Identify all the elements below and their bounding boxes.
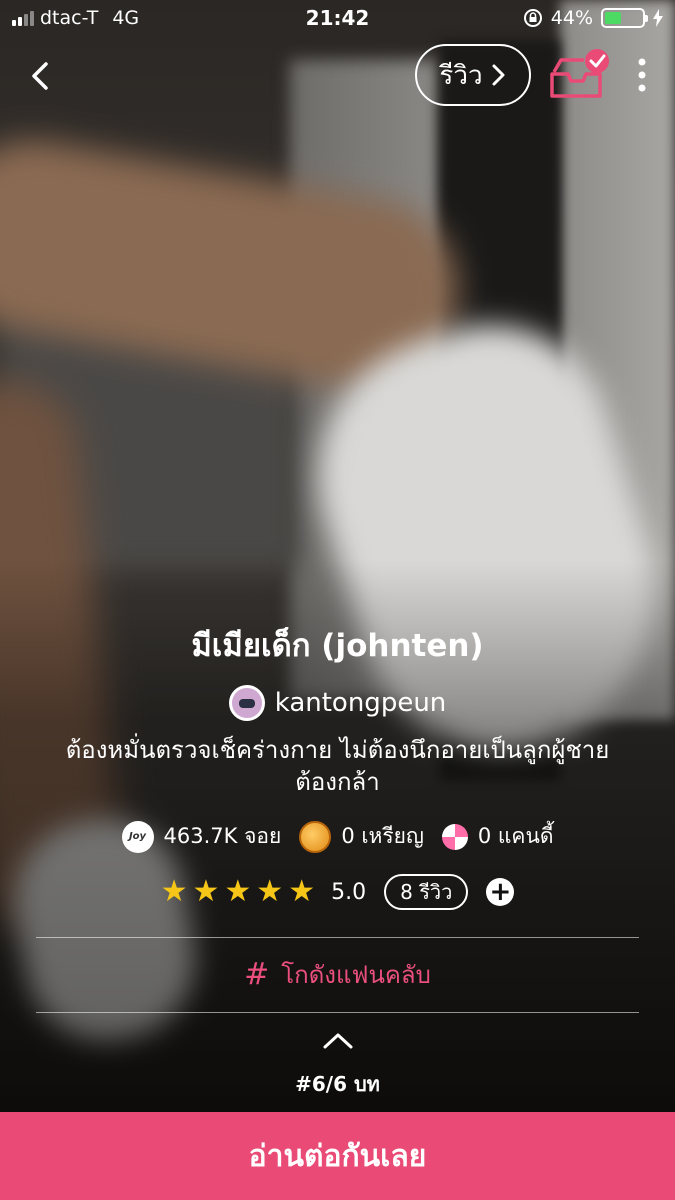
continue-reading-button[interactable]: อ่านต่อกันเลย <box>0 1112 675 1200</box>
chapter-counter: #6/6 บท <box>295 1072 380 1096</box>
star-icon: ★ <box>160 874 188 909</box>
library-added-button[interactable] <box>548 48 612 102</box>
rating-row: ★ ★ ★ ★ ★ 5.0 8 รีวิว + <box>0 874 675 910</box>
author-link[interactable]: kantongpeun <box>0 682 675 724</box>
review-button[interactable]: รีวิว <box>415 44 531 106</box>
chevron-up-icon <box>323 1033 353 1049</box>
coin-stat: 0 เหรียญ <box>299 820 424 853</box>
back-icon <box>32 62 48 90</box>
rotation-lock-icon <box>523 9 542 27</box>
back-button[interactable] <box>22 52 62 98</box>
author-name: kantongpeun <box>274 688 447 718</box>
story-description: ต้องหมั่นตรวจเช็คร่างกาย ไม่ต้องนึกอายเป… <box>0 734 675 798</box>
more-vertical-icon <box>638 58 646 92</box>
charging-icon <box>653 9 663 27</box>
review-button-label: รีวิว <box>439 60 483 91</box>
description-line-2: ต้องกล้า <box>295 768 380 796</box>
star-icon: ★ <box>288 874 316 909</box>
joy-count: 463.7K จอย <box>163 824 282 848</box>
joy-stat: Joy 463.7K จอย <box>121 820 282 853</box>
continue-reading-label: อ่านต่อกันเลย <box>248 1138 427 1174</box>
story-title: มีเมียเด็ก (johnten) <box>191 628 484 664</box>
fanclub-button[interactable]: # โกดังแฟนคลับ <box>0 946 675 1002</box>
divider <box>36 937 639 938</box>
fanclub-label: โกดังแฟนคลับ <box>281 960 431 989</box>
divider <box>36 1012 639 1013</box>
candy-icon <box>441 823 468 850</box>
review-count: 8 รีวิว <box>400 880 453 904</box>
star-icon: ★ <box>192 874 220 909</box>
avatar <box>228 685 265 721</box>
review-count-button[interactable]: 8 รีวิว <box>384 874 469 910</box>
rating-score: 5.0 <box>331 879 367 905</box>
coin-icon <box>299 820 332 853</box>
story-stats: Joy 463.7K จอย 0 เหรียญ 0 แคนดี้ <box>0 820 675 853</box>
add-review-button[interactable]: + <box>486 877 515 907</box>
status-bar: dtac-T 4G 21:42 44% <box>0 0 675 40</box>
battery-icon <box>601 8 648 28</box>
coin-count: 0 เหรียญ <box>341 824 424 848</box>
star-rating: ★ ★ ★ ★ ★ <box>161 877 316 907</box>
cover-photo-background <box>0 0 675 1200</box>
joy-icon: Joy <box>121 820 154 853</box>
chevron-right-icon <box>492 64 505 86</box>
candy-count: 0 แคนดี้ <box>477 824 554 848</box>
hash-icon: # <box>244 956 270 992</box>
star-icon: ★ <box>224 874 252 909</box>
description-line-1: ต้องหมั่นตรวจเช็คร่างกาย ไม่ต้องนึกอายเป… <box>65 736 610 764</box>
inbox-check-icon <box>550 49 609 98</box>
candy-stat: 0 แคนดี้ <box>441 820 554 853</box>
star-icon: ★ <box>256 874 284 909</box>
more-options-button[interactable] <box>632 56 652 96</box>
expand-chapters-button[interactable] <box>321 1030 355 1052</box>
battery-percent: 44% <box>550 7 593 29</box>
plus-icon: + <box>489 877 512 907</box>
story-info: มีเมียเด็ก (johnten) kantongpeun ต้องหมั… <box>0 620 675 798</box>
